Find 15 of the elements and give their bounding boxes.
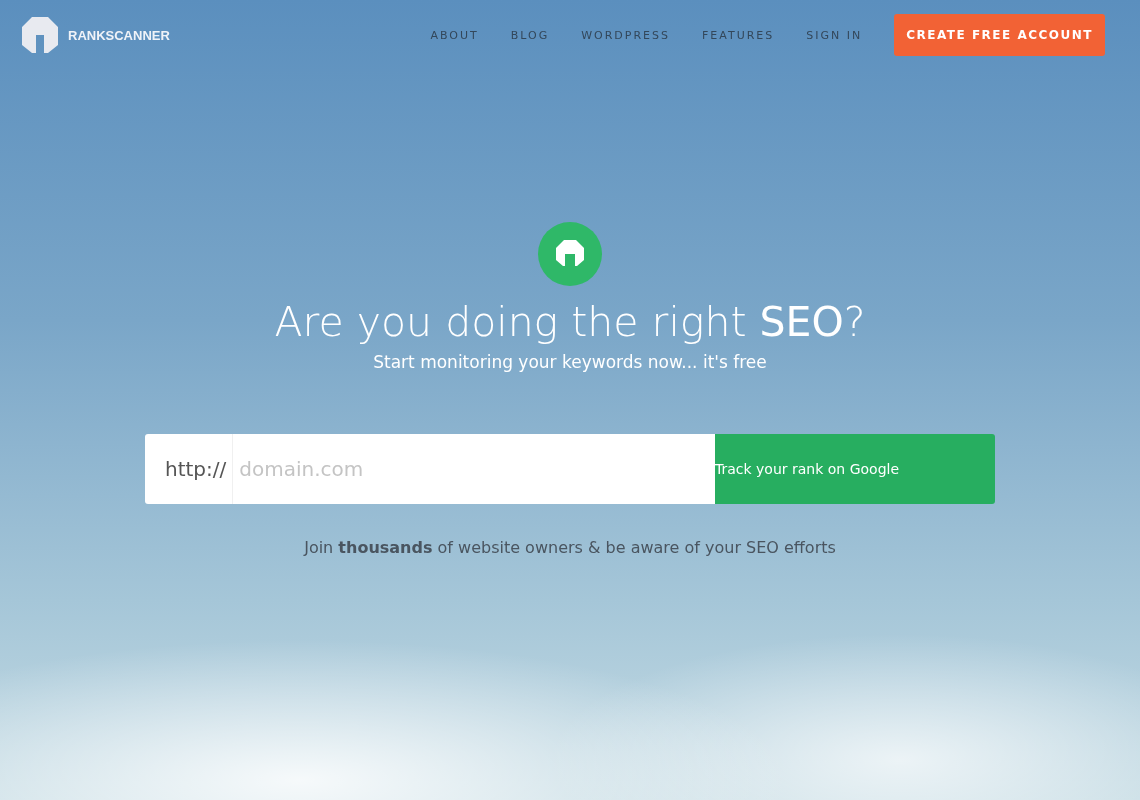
brand-name[interactable]: RANKSCANNER bbox=[68, 27, 170, 43]
nav-link[interactable]: FEATURES bbox=[702, 28, 775, 42]
url-prefix: http:// bbox=[145, 434, 234, 504]
logo-icon bbox=[20, 15, 60, 55]
nav-link[interactable]: ABOUT bbox=[430, 28, 479, 42]
hero-subtitle: Start monitoring your keywords now... it's free bbox=[373, 352, 767, 372]
hero-title: Are you doing the right SEO? bbox=[274, 298, 866, 346]
nav-link[interactable]: WORDPRESS bbox=[581, 28, 670, 42]
track-rank-button[interactable]: Track your rank on Google bbox=[715, 434, 995, 504]
domain-input-field[interactable]: domain.com bbox=[233, 434, 715, 504]
create-account-button[interactable]: CREATE FREE ACCOUNT bbox=[894, 14, 1105, 56]
nav-link[interactable]: BLOG bbox=[510, 28, 550, 42]
nav-link[interactable]: SIGN IN bbox=[806, 28, 863, 42]
logo-icon bbox=[538, 222, 602, 286]
hero-note: Join thousands of website owners & be aware of your SEO efforts bbox=[304, 538, 836, 557]
